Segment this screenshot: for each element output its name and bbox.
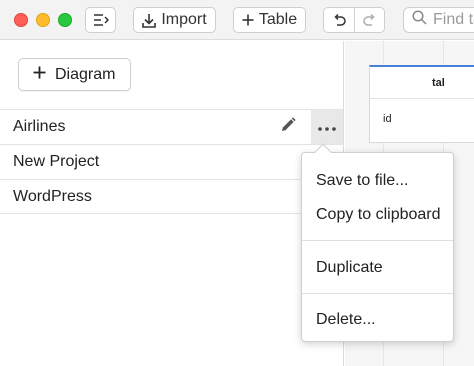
diagram-context-menu: Save to file... Copy to clipboard Duplic… bbox=[301, 143, 454, 342]
rename-button[interactable] bbox=[278, 116, 298, 138]
table-node[interactable]: tal id bbox=[369, 65, 474, 143]
menu-separator bbox=[302, 240, 453, 241]
zoom-window-button[interactable] bbox=[58, 13, 72, 27]
pencil-icon bbox=[280, 116, 296, 138]
undo-icon bbox=[332, 14, 346, 26]
search-icon bbox=[412, 10, 427, 30]
undo-button[interactable] bbox=[323, 7, 355, 33]
import-label: Import bbox=[161, 11, 207, 28]
add-diagram-label: Diagram bbox=[55, 65, 116, 83]
toggle-outline-button[interactable] bbox=[85, 7, 116, 33]
close-window-button[interactable] bbox=[14, 13, 28, 27]
menu-item-copy-to-clipboard[interactable]: Copy to clipboard bbox=[316, 206, 441, 224]
add-diagram-button[interactable]: Diagram bbox=[18, 58, 131, 91]
toolbar: Import Table bbox=[0, 0, 474, 40]
diagram-sidebar: Diagram Airlines New Project WordPress bbox=[0, 41, 344, 366]
search-box[interactable] bbox=[403, 7, 474, 33]
menu-separator bbox=[302, 293, 453, 294]
diagram-name: Airlines bbox=[13, 118, 66, 135]
import-button[interactable]: Import bbox=[133, 7, 216, 33]
menu-item-duplicate[interactable]: Duplicate bbox=[316, 259, 383, 277]
more-options-button[interactable] bbox=[311, 110, 343, 144]
diagram-name: WordPress bbox=[13, 187, 92, 205]
diagram-list: Airlines New Project WordPress bbox=[0, 109, 344, 214]
redo-icon bbox=[362, 14, 377, 26]
outline-list-icon bbox=[93, 13, 109, 27]
plus-icon bbox=[33, 66, 46, 84]
table-node-divider bbox=[370, 98, 474, 99]
menu-item-delete[interactable]: Delete... bbox=[316, 311, 376, 329]
table-node-name: tal bbox=[432, 77, 445, 89]
diagram-name: New Project bbox=[13, 153, 100, 170]
table-field[interactable]: id bbox=[383, 113, 392, 125]
diagram-item-wordpress[interactable]: WordPress bbox=[0, 179, 344, 214]
add-table-label: Table bbox=[258, 11, 298, 28]
diagram-item-actions bbox=[278, 110, 344, 144]
diagram-item-new-project[interactable]: New Project bbox=[0, 144, 344, 179]
diagram-item-airlines[interactable]: Airlines bbox=[0, 109, 344, 144]
minimize-window-button[interactable] bbox=[36, 13, 50, 27]
ellipsis-icon bbox=[318, 118, 336, 136]
add-table-button[interactable]: Table bbox=[233, 7, 306, 33]
menu-item-save-to-file[interactable]: Save to file... bbox=[316, 172, 409, 190]
download-icon bbox=[142, 13, 157, 28]
plus-icon bbox=[242, 14, 254, 26]
redo-button[interactable] bbox=[354, 7, 385, 33]
search-input[interactable] bbox=[433, 11, 474, 29]
